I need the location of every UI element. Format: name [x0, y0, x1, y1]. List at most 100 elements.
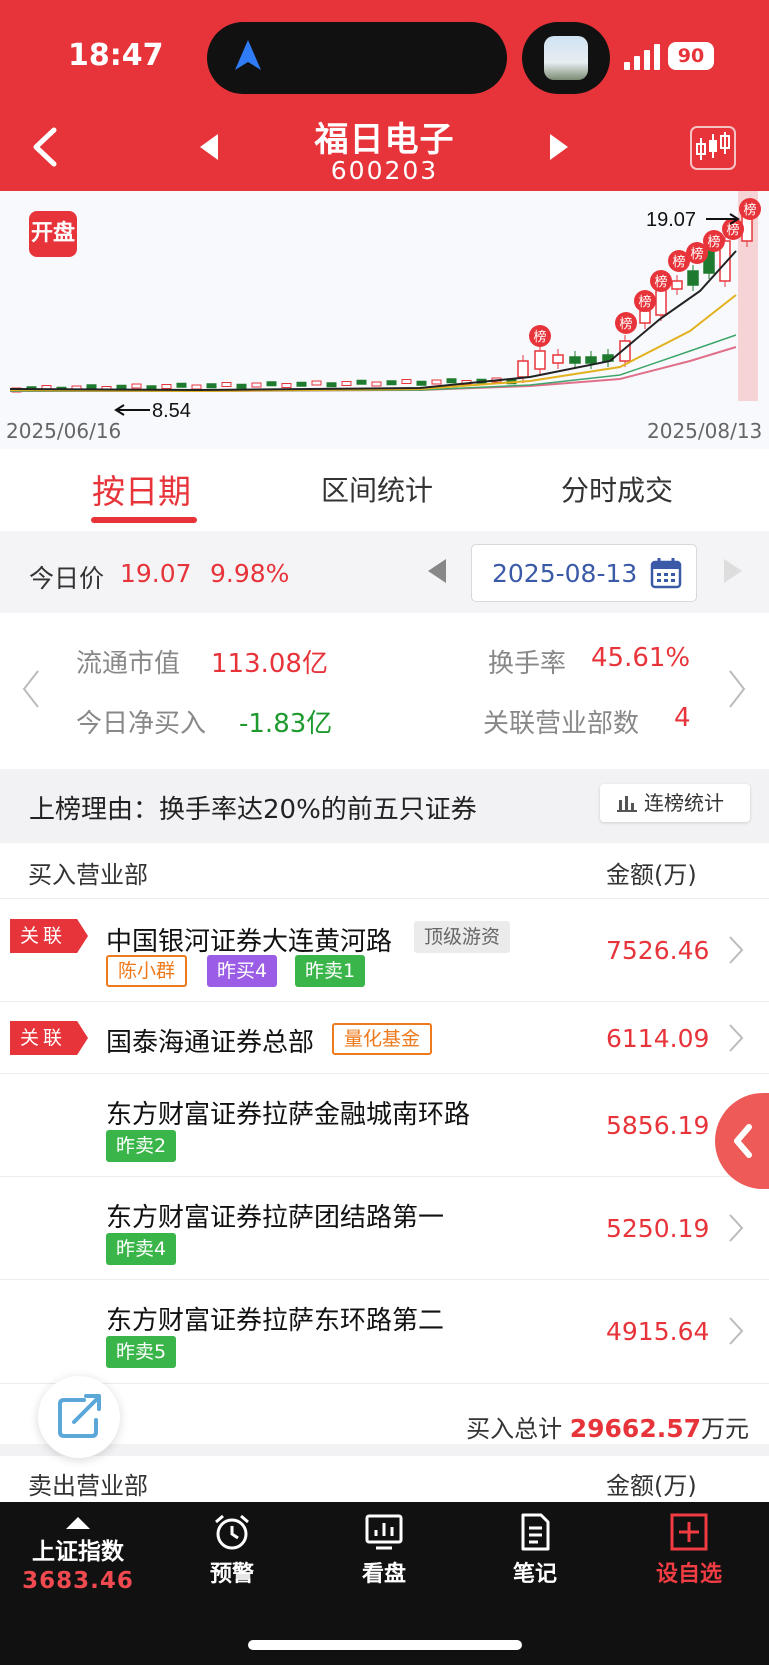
- tab-notes[interactable]: 笔记: [475, 1512, 595, 1588]
- candle: [266, 381, 277, 387]
- tab-alert[interactable]: 预警: [172, 1512, 292, 1588]
- navigation-arrow-icon: [235, 40, 261, 70]
- buy-total-label: 买入总计: [466, 1415, 563, 1443]
- high-price-label: 19.07: [646, 209, 696, 231]
- prev-sell-tag: 昨卖4: [106, 1233, 177, 1265]
- candle: [236, 383, 247, 389]
- buy-total-unit: 万元: [701, 1415, 749, 1443]
- sell-header-label: 卖出营业部: [28, 1472, 148, 1500]
- chart-end-date: 2025/08/13: [647, 419, 763, 443]
- candle: [341, 381, 352, 386]
- candle: [655, 288, 667, 316]
- buy-amount: 5856.19: [606, 1111, 710, 1140]
- buy-row-3[interactable]: 东方财富证券拉萨金融城南环路 昨卖2 5856.19: [0, 1074, 769, 1177]
- dynamic-island: [207, 22, 507, 94]
- candle: [191, 384, 202, 390]
- prev-date-button[interactable]: [426, 557, 448, 585]
- live-activity-island: [522, 22, 610, 94]
- stats-panel: 流通市值 113.08亿 换手率 45.61% 今日净买入 -1.83亿 关联营…: [0, 613, 769, 769]
- candle: [639, 310, 651, 324]
- today-change-pct: 9.98%: [210, 559, 290, 588]
- bang-marker-label: 榜: [533, 329, 546, 345]
- tab-timeshare-trades[interactable]: 分时成交: [561, 469, 673, 509]
- stats-next-arrow[interactable]: [726, 669, 748, 709]
- kline-canvas: 榜榜榜榜榜榜榜榜榜 19.07 8.54: [9, 191, 761, 422]
- broker-name: 东方财富证券拉萨金融城南环路: [106, 1100, 471, 1130]
- candle: [251, 382, 262, 388]
- candle: [552, 354, 564, 364]
- side-drawer-toggle[interactable]: [715, 1093, 769, 1189]
- stock-name: 福日电子: [314, 120, 455, 160]
- kline-chart[interactable]: 开盘 榜榜榜榜榜榜榜榜榜 19.07 8.54 2025/06/16 2025/…: [0, 191, 769, 449]
- buy-row-5[interactable]: 东方财富证券拉萨东环路第二 昨卖5 4915.64: [0, 1280, 769, 1384]
- candle: [206, 383, 217, 389]
- consecutive-list-stats-button[interactable]: 连榜统计: [600, 784, 750, 822]
- buy-header-label: 买入营业部: [28, 861, 148, 889]
- buy-row-2[interactable]: 关联 国泰海通证券总部 量化基金 6114.09: [0, 1002, 769, 1074]
- prev-sell-tag: 昨卖5: [106, 1336, 177, 1368]
- tab-watch-label: 看盘: [361, 1562, 406, 1587]
- bang-marker-label: 榜: [726, 222, 739, 238]
- broker-name: 东方财富证券拉萨团结路第一: [106, 1203, 445, 1233]
- broker-type-tag: 量化基金: [332, 1023, 433, 1055]
- home-indicator: [248, 1640, 522, 1650]
- bottom-tab-bar: 上证指数 3683.46 预警 看盘 笔记 设自选: [0, 1502, 769, 1665]
- candle: [131, 383, 142, 389]
- next-date-button[interactable]: [722, 557, 744, 585]
- float-cap-label: 流通市值: [76, 649, 181, 679]
- prev-sell-tag: 昨卖1: [295, 955, 366, 987]
- consecutive-list-stats-label: 连榜统计: [644, 791, 724, 815]
- buy-amount: 4915.64: [606, 1317, 710, 1346]
- buy-total: 买入总计 29662.57万元: [466, 1409, 749, 1444]
- candle: [431, 379, 442, 385]
- tab-bar: 按日期 区间统计 分时成交: [0, 449, 769, 531]
- broker-type-tag: 顶级游资: [414, 921, 511, 953]
- candle: [386, 380, 397, 386]
- bang-marker-label: 榜: [672, 254, 685, 270]
- next-stock-button[interactable]: [546, 132, 572, 162]
- index-name: 上证指数: [32, 1539, 124, 1565]
- bang-marker-label: 榜: [690, 246, 703, 262]
- broker-name: 东方财富证券拉萨东环路第二: [106, 1306, 445, 1336]
- list-reason: 上榜理由：换手率达20%的前五只证券: [29, 795, 477, 825]
- tab-watch[interactable]: 看盘: [324, 1512, 444, 1588]
- stats-prev-arrow[interactable]: [20, 669, 42, 709]
- share-button[interactable]: [38, 1376, 120, 1458]
- broker-name: 国泰海通证券总部: [106, 1028, 315, 1058]
- candle: [356, 379, 367, 385]
- kline-button[interactable]: [690, 126, 736, 170]
- add-square-icon: [670, 1513, 708, 1551]
- candle: [86, 384, 97, 390]
- buy-row-4[interactable]: 东方财富证券拉萨团结路第一 昨卖4 5250.19: [0, 1177, 769, 1280]
- buy-amount: 6114.09: [606, 1024, 710, 1053]
- tab-by-date[interactable]: 按日期: [92, 465, 191, 513]
- candle: [326, 382, 337, 388]
- sell-amount-header-label: 金额(万): [606, 1472, 697, 1500]
- bang-marker-label: 榜: [619, 316, 632, 332]
- bang-marker-label: 榜: [654, 274, 667, 290]
- app-header: 18:47 90 福日电子 600203: [0, 0, 769, 191]
- tab-add-watchlist[interactable]: 设自选: [629, 1512, 749, 1588]
- today-price-label: 今日价: [29, 564, 105, 593]
- related-badge: 关联: [10, 919, 88, 953]
- buy-branch-list: 买入营业部 金额(万) 关联 中国银河证券大连黄河路 顶级游资 陈小群 昨买4 …: [0, 843, 769, 1444]
- turnover-value: 45.61%: [591, 643, 691, 673]
- candle: [311, 380, 322, 386]
- chevron-left-icon: [734, 1124, 752, 1158]
- date-picker[interactable]: 2025-08-13: [471, 544, 697, 602]
- candle: [176, 382, 187, 388]
- document-icon: [521, 1513, 550, 1551]
- buy-amount: 7526.46: [606, 936, 710, 965]
- candle: [401, 379, 412, 384]
- candle: [161, 384, 172, 389]
- stock-code: 600203: [330, 156, 439, 185]
- buy-total-value: 29662.57: [569, 1414, 701, 1443]
- tab-interval-stats[interactable]: 区间统计: [321, 469, 433, 509]
- share-icon: [58, 1394, 101, 1438]
- index-ticker[interactable]: 上证指数 3683.46: [18, 1516, 138, 1594]
- candle: [446, 378, 457, 384]
- net-buy-label: 今日净买入: [76, 709, 207, 739]
- related-badge: 关联: [10, 1021, 88, 1055]
- candle: [671, 280, 683, 290]
- buy-row-1[interactable]: 关联 中国银河证券大连黄河路 顶级游资 陈小群 昨买4 昨卖1 7526.46: [0, 899, 769, 1002]
